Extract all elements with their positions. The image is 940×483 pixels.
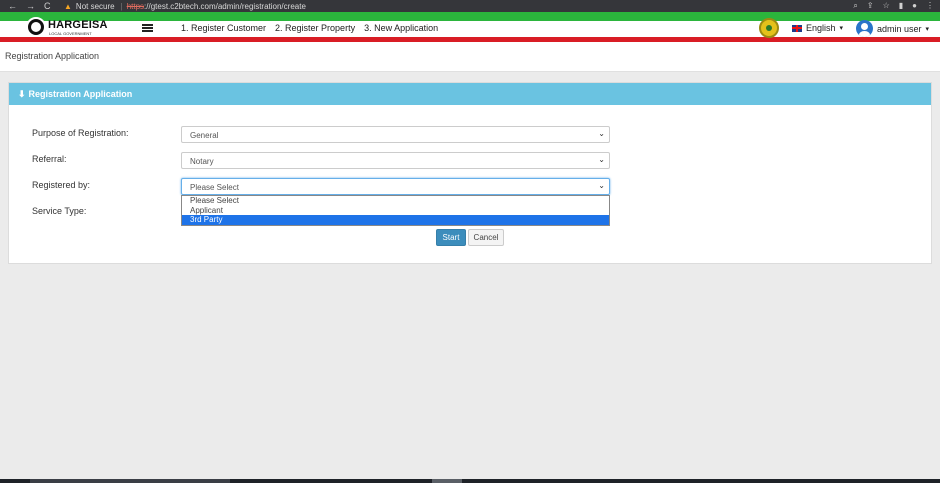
cancel-button[interactable]: Cancel xyxy=(468,229,504,246)
panel-title: Registration Application xyxy=(28,89,133,99)
start-button[interactable]: Start xyxy=(436,229,466,246)
download-icon: ⬇ xyxy=(18,89,26,99)
purpose-select[interactable]: General ⌄ xyxy=(181,126,610,143)
profile-icon[interactable]: ● xyxy=(912,0,917,12)
purpose-label: Purpose of Registration: xyxy=(32,128,129,138)
browser-nav: ← → C xyxy=(0,1,64,11)
site-logo[interactable]: HARGEISA LOCAL GOVERNMENT xyxy=(26,17,116,37)
panel-header: ⬇ Registration Application xyxy=(9,83,931,105)
uk-flag-icon xyxy=(792,24,802,32)
logo-emblem-icon xyxy=(26,17,46,37)
chevron-down-icon: ⌄ xyxy=(598,129,605,138)
user-menu[interactable]: admin user ▾ xyxy=(856,20,929,37)
registered-by-dropdown: Please Select Applicant 3rd Party xyxy=(181,195,610,226)
chevron-down-icon: ⌄ xyxy=(598,181,605,190)
nav-register-customer[interactable]: 1. Register Customer xyxy=(181,23,266,33)
referral-label: Referral: xyxy=(32,154,67,164)
nav-new-application[interactable]: 3. New Application xyxy=(364,23,438,33)
registered-by-select[interactable]: Please Select ⌄ xyxy=(181,178,610,195)
page-title-bar: Registration Application xyxy=(0,42,940,72)
language-label: English xyxy=(806,23,836,33)
language-selector[interactable]: English ▾ xyxy=(792,23,843,33)
logo-subtext: LOCAL GOVERNMENT xyxy=(48,31,93,36)
header-green-stripe xyxy=(0,12,940,21)
purpose-value: General xyxy=(190,131,219,140)
service-type-label: Service Type: xyxy=(32,206,87,216)
taskbar-active-app[interactable] xyxy=(432,479,462,483)
user-name: admin user xyxy=(877,23,922,34)
referral-select[interactable]: Notary ⌄ xyxy=(181,152,610,169)
chevron-down-icon: ▾ xyxy=(925,25,930,33)
share-icon[interactable]: ⇪ xyxy=(867,0,874,12)
referral-value: Notary xyxy=(190,157,214,166)
browser-toolbar: ← → C ▲ Not secure | https://gtest.c2bte… xyxy=(0,0,940,12)
taskbar-search[interactable] xyxy=(30,479,230,483)
government-seal-icon xyxy=(759,18,779,38)
dropdown-option[interactable]: Please Select xyxy=(182,196,609,206)
zoom-icon[interactable]: ⌕ xyxy=(853,0,857,12)
url-separator: | xyxy=(120,1,123,11)
url-scheme[interactable]: https xyxy=(127,2,144,11)
bookmark-star-icon[interactable]: ☆ xyxy=(883,0,890,12)
back-icon[interactable]: ← xyxy=(8,1,17,11)
browser-actions: ⌕ ⇪ ☆ ▮ ● ⋮ xyxy=(853,0,934,12)
chevron-down-icon: ▾ xyxy=(839,25,844,32)
registered-by-value: Please Select xyxy=(190,183,239,192)
nav-register-property[interactable]: 2. Register Property xyxy=(275,23,355,33)
hamburger-menu-icon[interactable] xyxy=(142,24,153,32)
dropdown-option[interactable]: Applicant xyxy=(182,206,609,216)
chevron-down-icon: ⌄ xyxy=(598,155,605,164)
sidepanel-icon[interactable]: ▮ xyxy=(899,0,903,12)
registration-panel: ⬇ Registration Application Purpose of Re… xyxy=(8,82,932,264)
page-title: Registration Application xyxy=(5,51,100,61)
warning-icon[interactable]: ▲ xyxy=(64,2,72,11)
address-bar[interactable]: ://gtest.c2btech.com/admin/registration/… xyxy=(144,2,306,11)
avatar xyxy=(856,20,873,37)
os-taskbar xyxy=(0,479,940,483)
top-nav: 1. Register Customer 2. Register Propert… xyxy=(181,23,438,33)
not-secure-label[interactable]: Not secure xyxy=(76,2,115,11)
browser-menu-icon[interactable]: ⋮ xyxy=(926,0,934,12)
logo-text: HARGEISA xyxy=(48,19,108,31)
registered-by-label: Registered by: xyxy=(32,180,91,190)
app-header: HARGEISA LOCAL GOVERNMENT 1. Register Cu… xyxy=(0,12,940,42)
dropdown-option-selected[interactable]: 3rd Party xyxy=(182,215,609,225)
reload-icon[interactable]: C xyxy=(44,1,51,11)
forward-icon[interactable]: → xyxy=(26,1,35,11)
